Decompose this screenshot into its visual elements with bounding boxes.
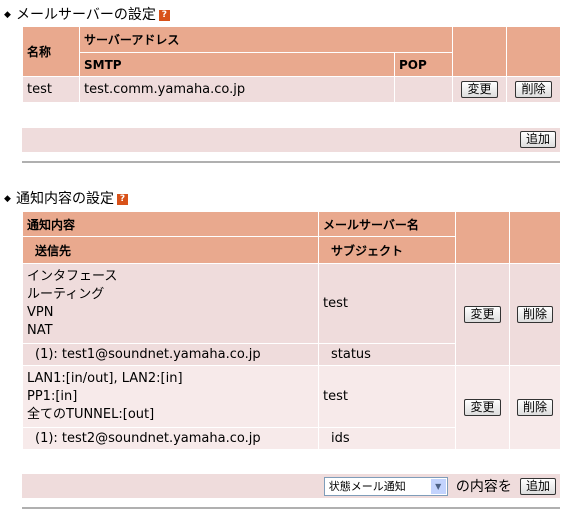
- cell-server: test: [318, 365, 456, 428]
- cell-subject: status: [318, 343, 456, 366]
- notification-type-select[interactable]: 状態メール通知 ▼: [323, 476, 448, 496]
- help-icon[interactable]: ?: [117, 193, 128, 205]
- bullet-icon: ◆: [4, 10, 11, 20]
- chevron-down-icon[interactable]: ▼: [430, 478, 446, 494]
- cell-content: インタフェース ルーティング VPN NAT: [22, 263, 319, 344]
- content-line: LAN1:[in/out], LAN2:[in]: [27, 370, 183, 386]
- content-line: PP1:[in]: [27, 388, 78, 404]
- cell-server: test: [318, 263, 456, 344]
- column-header-smtp: SMTP: [79, 52, 395, 77]
- cell-content: LAN1:[in/out], LAN2:[in] PP1:[in] 全てのTUN…: [22, 365, 319, 428]
- notification-table: 通知内容 メールサーバー名 送信先 サブジェクト インタフェース ルーティング …: [22, 211, 561, 450]
- column-header-content: 通知内容: [22, 211, 319, 237]
- content-line: 全てのTUNNEL:[out]: [27, 406, 155, 422]
- table-row: インタフェース ルーティング VPN NAT test 変更 削除: [22, 263, 561, 366]
- column-header-subject: サブジェクト: [318, 236, 456, 264]
- divider: [22, 161, 560, 163]
- column-header-blank: [509, 211, 561, 264]
- edit-button[interactable]: 変更: [464, 399, 501, 416]
- add-mail-server-button[interactable]: 追加: [519, 131, 556, 148]
- add-notification-button[interactable]: 追加: [519, 477, 556, 495]
- column-header-blank: [455, 211, 510, 264]
- mail-server-section-title: ◆ メールサーバーの設定?: [4, 5, 170, 25]
- suffix-text: の内容を: [455, 479, 512, 495]
- cell-edit: 変更: [455, 263, 510, 366]
- cell-smtp: test.comm.yamaha.co.jp: [79, 76, 395, 103]
- select-value: 状態メール通知: [328, 479, 406, 493]
- table-row: test test.comm.yamaha.co.jp 変更 削除: [22, 76, 561, 103]
- cell-edit: 変更: [452, 76, 507, 103]
- mail-server-table: 名称 サーバーアドレス SMTP POP test test.comm.yama…: [22, 26, 561, 103]
- divider: [22, 507, 560, 509]
- help-icon[interactable]: ?: [158, 9, 170, 21]
- content-line: インタフェース: [27, 268, 118, 284]
- bullet-icon: ◆: [4, 194, 11, 204]
- column-header-blank: [506, 26, 561, 77]
- delete-button[interactable]: 削除: [516, 306, 553, 323]
- column-header-name: 名称: [22, 26, 80, 77]
- column-header-pop: POP: [394, 52, 453, 77]
- cell-edit: 変更: [455, 365, 510, 450]
- mail-add-bar: 追加: [22, 128, 560, 152]
- content-line: NAT: [27, 322, 53, 338]
- notify-section-title: ◆ 通知内容の設定?: [4, 189, 128, 209]
- add-controls: 状態メール通知 ▼ の内容を 追加: [323, 476, 556, 496]
- cell-delete: 削除: [509, 365, 561, 450]
- content-line: VPN: [27, 304, 54, 320]
- section-title-text: 通知内容の設定: [16, 191, 114, 207]
- column-header-blank: [452, 26, 507, 77]
- delete-button[interactable]: 削除: [515, 81, 552, 98]
- cell-subject: ids: [318, 427, 456, 450]
- cell-destination: (1): test2@soundnet.yamaha.co.jp: [22, 427, 319, 450]
- cell-delete: 削除: [506, 76, 561, 103]
- delete-button[interactable]: 削除: [516, 399, 553, 416]
- cell-delete: 削除: [509, 263, 561, 366]
- edit-button[interactable]: 変更: [464, 306, 501, 323]
- notify-add-bar: 状態メール通知 ▼ の内容を 追加: [22, 474, 560, 498]
- content-line: ルーティング: [27, 286, 105, 302]
- cell-name: test: [22, 76, 80, 103]
- cell-destination: (1): test1@soundnet.yamaha.co.jp: [22, 343, 319, 366]
- cell-pop: [394, 76, 453, 103]
- column-header-destination: 送信先: [22, 236, 319, 264]
- section-title-text: メールサーバーの設定: [16, 7, 156, 23]
- table-row: LAN1:[in/out], LAN2:[in] PP1:[in] 全てのTUN…: [22, 365, 561, 450]
- edit-button[interactable]: 変更: [461, 81, 498, 98]
- column-header-server-address: サーバーアドレス: [79, 26, 453, 53]
- column-header-server-name: メールサーバー名: [318, 211, 456, 237]
